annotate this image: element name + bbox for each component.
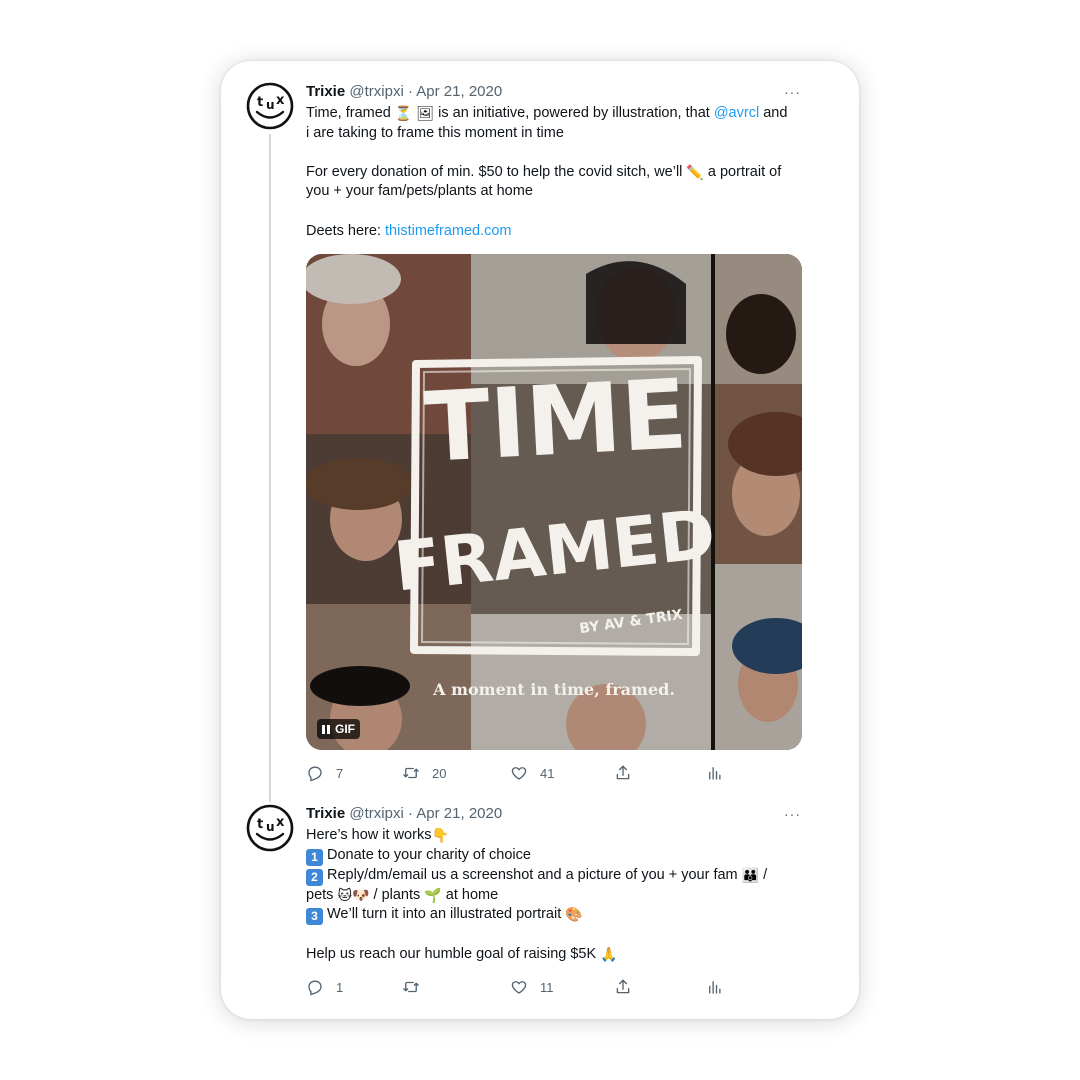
tweet-2[interactable]: t u x Trixie @trxipxi · Apr 21, 2020 ···… — [221, 799, 859, 1019]
retweet-count: 20 — [432, 765, 447, 781]
text-segment: Here’s how it works — [306, 827, 432, 843]
pray-emoji: 🙏 — [600, 945, 618, 962]
share-icon — [616, 979, 630, 994]
thread-connector — [269, 134, 271, 802]
overlay — [306, 254, 802, 750]
tweet-date[interactable]: Apr 21, 2020 — [416, 83, 502, 100]
share-button[interactable] — [614, 977, 632, 997]
mention-link[interactable]: @avrcl — [714, 105, 759, 121]
art-title-line1: TIME — [422, 358, 690, 484]
avatar[interactable]: t u x — [246, 82, 294, 130]
gif-pause-badge[interactable]: GIF — [317, 719, 360, 739]
step-2-text: Reply/dm/email us a screenshot and a pic… — [327, 866, 742, 883]
framed-picture-emoji: 🖼 — [416, 105, 435, 121]
closing-text: Help us reach our humble goal of raising… — [306, 945, 601, 962]
text-segment: Deets here: — [306, 222, 385, 239]
display-name[interactable]: Trixie — [306, 83, 345, 100]
text-segment: For every donation of min. $50 to help t… — [306, 163, 687, 180]
retweet-button[interactable] — [402, 977, 432, 997]
svg-text:u: u — [266, 98, 275, 112]
tweet-actions: 7 20 41 — [306, 763, 726, 783]
avatar[interactable]: t u x — [246, 804, 294, 852]
tweet-header: Trixie @trxipxi · Apr 21, 2020 — [306, 82, 807, 102]
text-segment: at home — [441, 886, 499, 903]
tweet-header: Trixie @trxipxi · Apr 21, 2020 — [306, 804, 807, 824]
reply-icon — [308, 766, 322, 782]
svg-text:x: x — [276, 93, 285, 108]
retweet-icon — [403, 981, 419, 993]
retweet-button[interactable]: 20 — [402, 763, 446, 783]
heart-icon — [511, 767, 527, 780]
analytics-icon — [709, 767, 721, 780]
tweet-text: Time, framed ⏳ 🖼 is an initiative, power… — [306, 104, 806, 241]
reply-icon — [308, 980, 322, 996]
user-handle[interactable]: @trxipxi — [349, 83, 403, 100]
cat-emoji: 🐱 — [337, 886, 353, 903]
display-name[interactable]: Trixie — [306, 805, 345, 822]
like-button[interactable]: 41 — [510, 763, 554, 783]
svg-text:x: x — [276, 815, 285, 830]
family-emoji: 👪 — [741, 866, 760, 883]
analytics-button[interactable] — [706, 977, 724, 997]
tweet-thread-card: t u x Trixie @trxipxi · Apr 21, 2020 ···… — [221, 61, 859, 1019]
text-segment: Time, framed — [306, 105, 395, 121]
like-button[interactable]: 11 — [510, 977, 554, 997]
like-count: 41 — [540, 765, 555, 781]
text-line: i are taking to frame this moment in tim… — [306, 124, 564, 141]
tweet-1[interactable]: t u x Trixie @trxipxi · Apr 21, 2020 ···… — [221, 61, 859, 802]
step-1-text: Donate to your charity of choice — [327, 846, 531, 863]
tweet-date[interactable]: Apr 21, 2020 — [416, 805, 502, 822]
art-caption: A moment in time, framed. — [432, 680, 675, 699]
pencil-emoji: ✏️ — [686, 163, 704, 180]
text-line: you + your fam/pets/plants at home — [306, 183, 533, 200]
reply-button[interactable]: 7 — [306, 763, 343, 783]
step-3-text: We’ll turn it into an illustrated portra… — [327, 906, 566, 923]
text-segment: and — [759, 105, 788, 121]
reply-count: 1 — [336, 979, 344, 995]
svg-text:u: u — [266, 820, 275, 834]
gif-media[interactable]: TIME FRAMED BY AV & TRIX A moment in tim… — [306, 254, 802, 750]
heart-icon — [511, 981, 527, 994]
text-segment: a portrait of — [703, 163, 782, 180]
text-segment: / — [759, 866, 768, 883]
gif-label: GIF — [335, 722, 355, 736]
website-link[interactable]: thistimeframed.com — [385, 223, 512, 239]
text-segment: / plants — [369, 886, 425, 903]
text-segment: pets — [306, 886, 338, 903]
tweet-text: Here’s how it works👇 1 Donate to your cha… — [306, 826, 806, 964]
analytics-button[interactable] — [706, 763, 724, 783]
tweet-actions: 1 11 — [306, 977, 726, 997]
text-segment: is an initiative, powered by illustratio… — [434, 105, 714, 121]
user-handle[interactable]: @trxipxi — [349, 805, 403, 822]
pause-icon — [322, 724, 330, 734]
keycap-1-icon: 1 — [306, 848, 323, 866]
hourglass-emoji: ⏳ — [394, 105, 413, 121]
gif-artwork: TIME FRAMED BY AV & TRIX A moment in tim… — [306, 254, 802, 750]
pointing-down-emoji: 👇 — [431, 827, 449, 843]
analytics-icon — [709, 981, 721, 994]
svg-text:t: t — [257, 817, 263, 832]
palette-emoji: 🎨 — [565, 906, 583, 923]
seedling-emoji: 🌱 — [424, 886, 442, 903]
keycap-2-icon: 2 — [306, 868, 323, 886]
svg-text:t: t — [257, 95, 263, 110]
more-options-icon[interactable]: ··· — [784, 804, 801, 824]
like-count: 11 — [540, 979, 554, 995]
dog-emoji: 🐶 — [352, 886, 370, 903]
separator: · — [407, 83, 413, 100]
retweet-icon — [403, 767, 419, 779]
more-options-icon[interactable]: ··· — [784, 82, 801, 102]
share-button[interactable] — [614, 763, 632, 783]
reply-button[interactable]: 1 — [306, 977, 343, 997]
keycap-3-icon: 3 — [306, 908, 323, 926]
reply-count: 7 — [336, 765, 344, 781]
share-icon — [616, 765, 630, 780]
separator: · — [407, 805, 413, 822]
